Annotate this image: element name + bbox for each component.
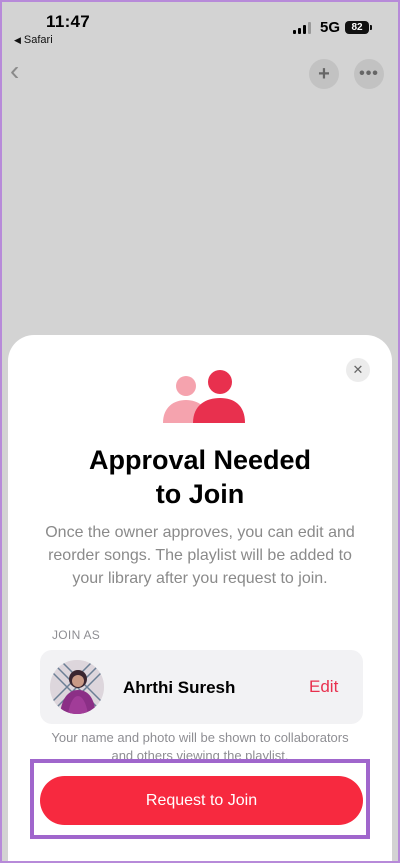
back-to-safari-link[interactable]: ◀ Safari — [14, 34, 53, 46]
back-app-label: Safari — [23, 34, 53, 46]
title-line-1: Approval Needed — [88, 445, 312, 475]
battery-icon: 82 — [345, 21, 372, 34]
sheet-title: Approval Needed to Join — [8, 443, 392, 511]
add-button[interactable]: + — [309, 59, 339, 89]
user-name: Ahrthi Suresh — [123, 678, 236, 697]
people-icon — [163, 370, 245, 423]
approval-sheet: ✕ Approval Needed to Join Once the owner… — [8, 335, 392, 861]
title-line-2: to Join — [155, 479, 245, 509]
status-time: 11:47 — [46, 12, 91, 31]
edit-button[interactable]: Edit — [309, 677, 338, 697]
avatar — [50, 660, 104, 714]
back-chevron-icon[interactable]: ‹ — [10, 57, 19, 85]
request-to-join-button[interactable]: Request to Join — [40, 776, 363, 825]
approval-description: Once the owner approves, you can edit an… — [45, 524, 355, 587]
join-as-label: JOIN AS — [52, 628, 101, 642]
close-button[interactable]: ✕ — [346, 358, 370, 382]
more-options-button[interactable]: ••• — [354, 59, 384, 89]
screen-frame: 11:47 ◀ Safari 5G 82 ‹ + ••• ✕ Approval N… — [0, 0, 400, 863]
back-triangle-icon: ◀ — [14, 35, 21, 45]
status-bar: 11:47 ◀ Safari 5G 82 — [2, 2, 398, 52]
network-type: 5G — [320, 19, 341, 36]
user-card: Ahrthi Suresh Edit — [40, 650, 363, 724]
cellular-signal-icon — [293, 22, 311, 34]
